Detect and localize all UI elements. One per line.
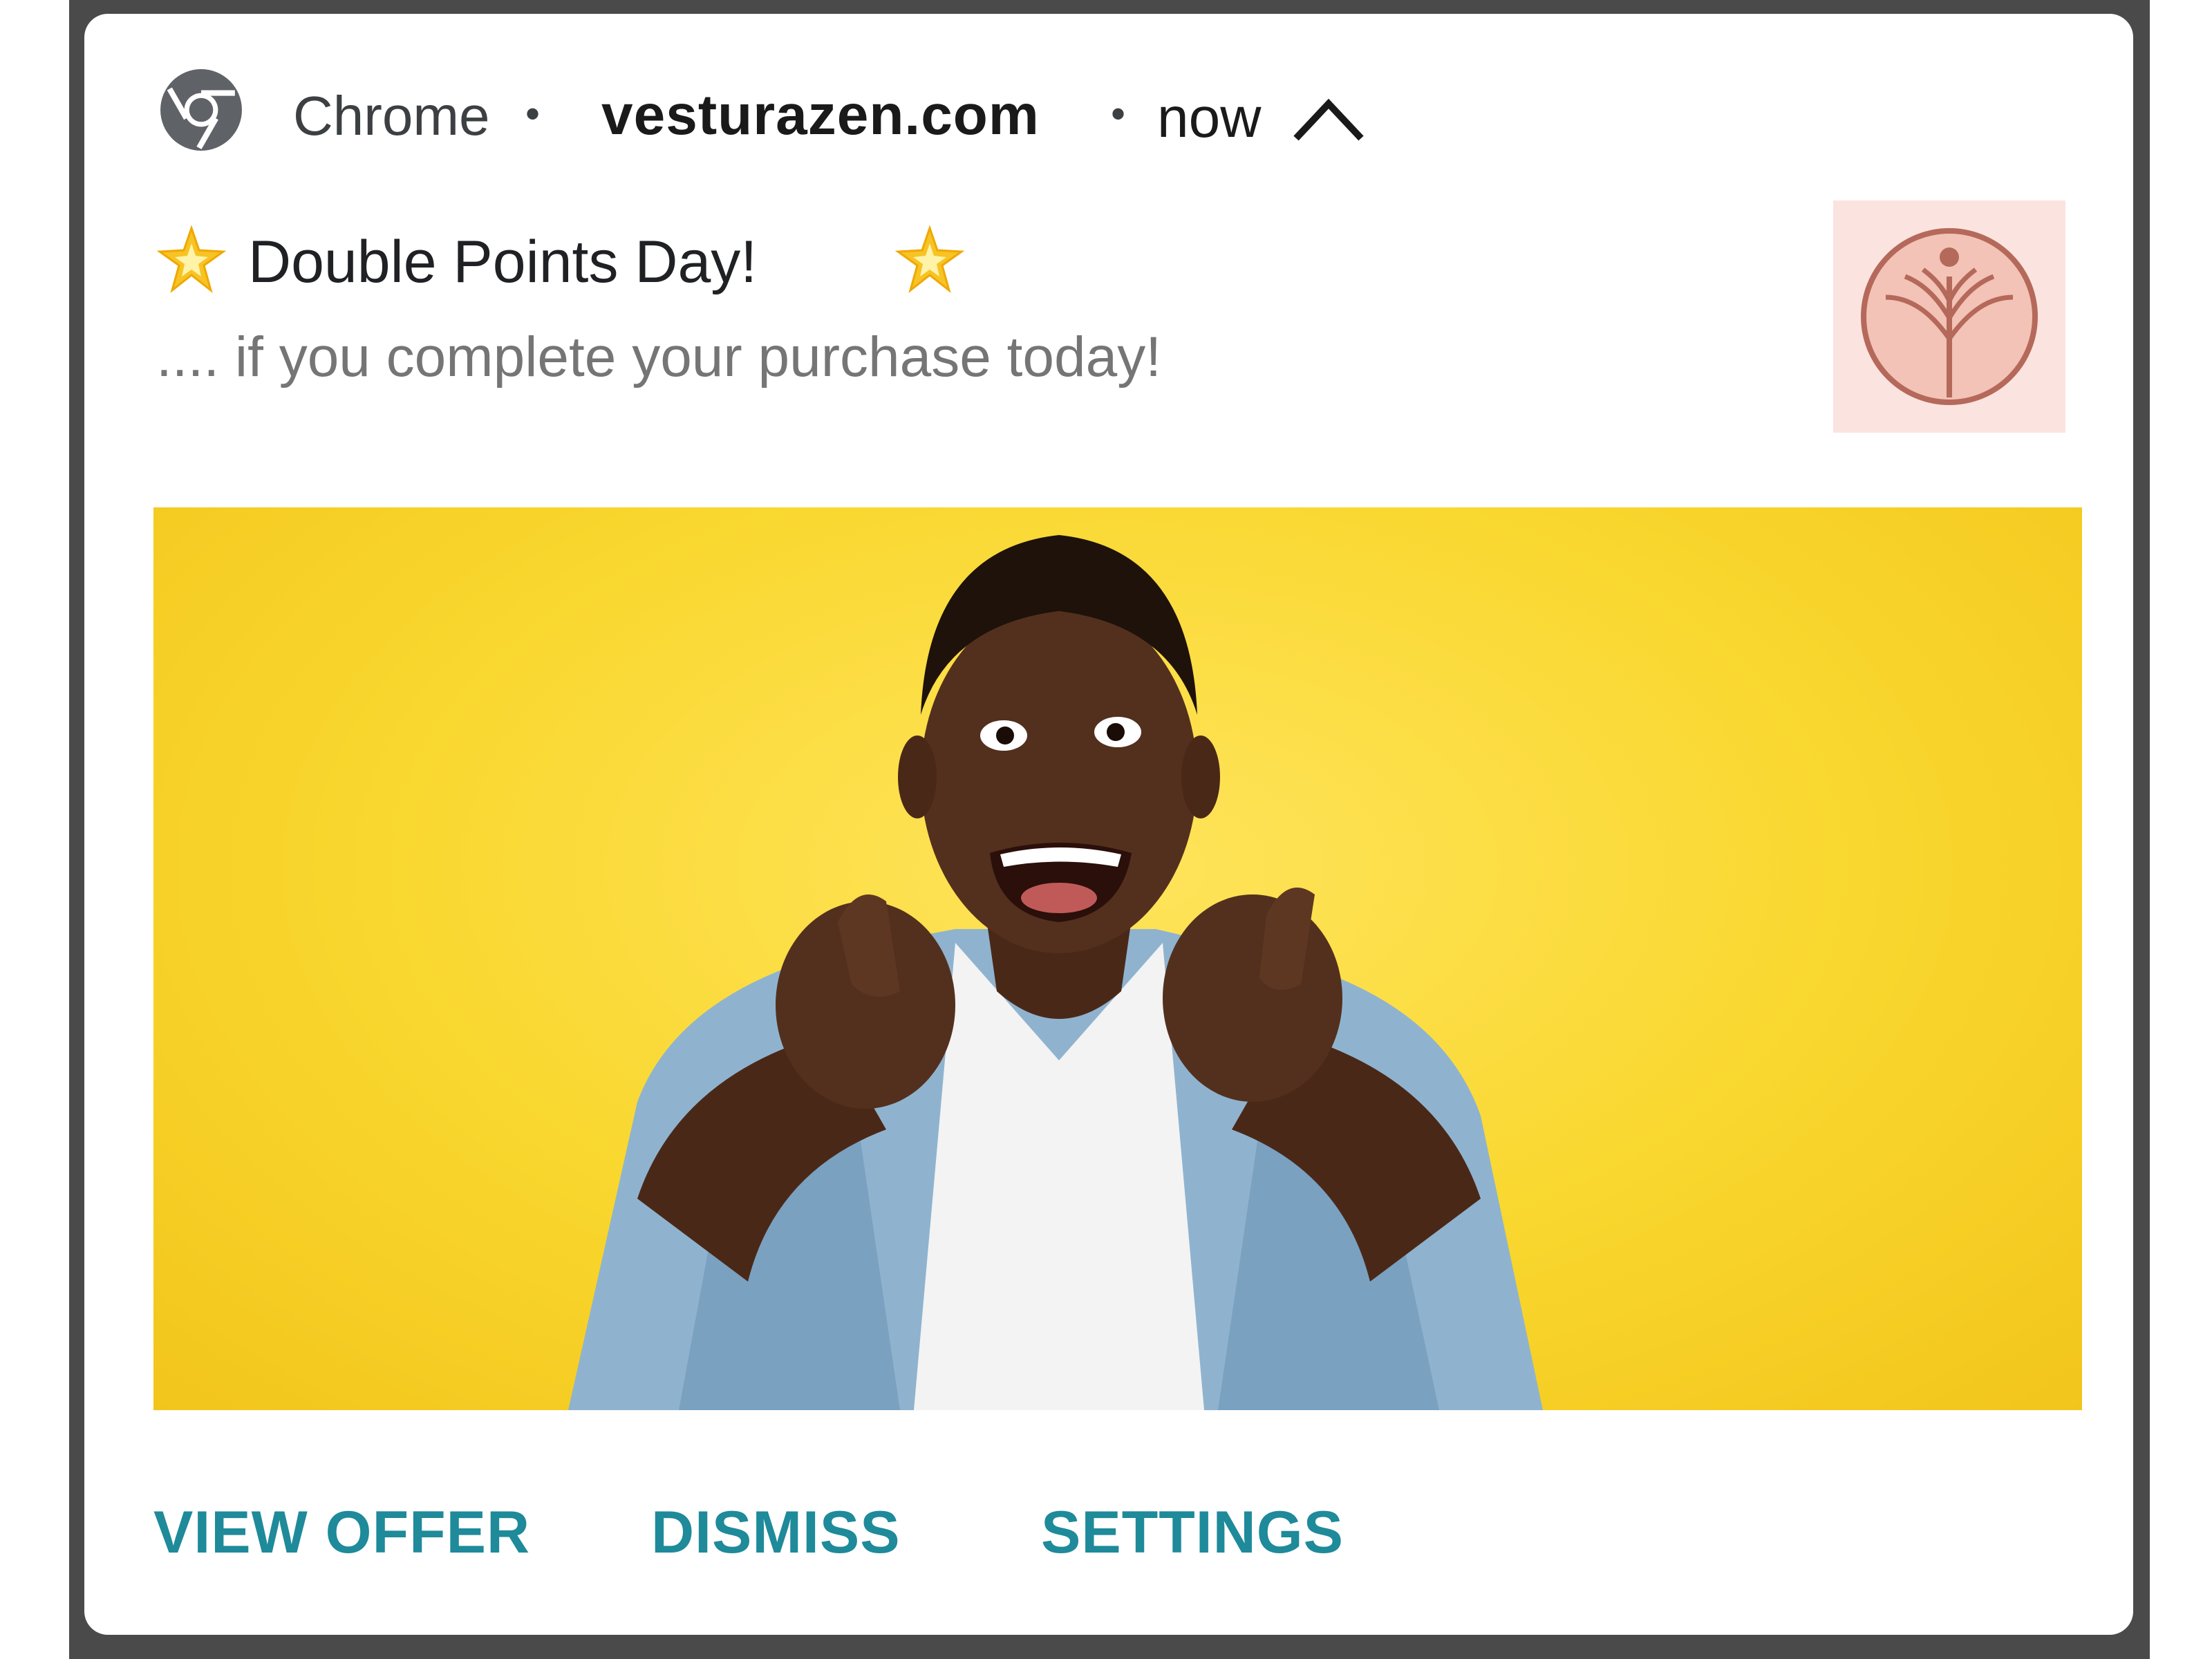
- sparkle-star-icon: [895, 225, 964, 294]
- app-name: Chrome: [293, 85, 490, 147]
- notification-actions: VIEW OFFER DISMISS SETTINGS: [84, 1486, 2133, 1590]
- sparkle-star-icon: [157, 225, 226, 294]
- notification-body: .... if you complete your purchase today…: [156, 326, 1161, 388]
- timestamp: now: [1157, 86, 1262, 149]
- chrome-icon: [160, 69, 242, 151]
- hero-illustration: [568, 535, 1543, 1410]
- view-offer-button[interactable]: VIEW OFFER: [153, 1503, 530, 1562]
- brand-logo: [1833, 200, 2065, 433]
- header-separator: •: [525, 91, 541, 137]
- hero-image[interactable]: [153, 507, 2082, 1410]
- header-separator: •: [1111, 91, 1126, 137]
- notification-title: Double Points Day!: [248, 229, 758, 295]
- dismiss-button[interactable]: DISMISS: [651, 1503, 901, 1562]
- site-domain: vesturazen.com: [601, 84, 1040, 147]
- notification-card[interactable]: Chrome • vesturazen.com • now Double Poi…: [84, 14, 2133, 1635]
- settings-button[interactable]: SETTINGS: [1041, 1503, 1344, 1562]
- tree-logo-icon: [1861, 228, 2038, 405]
- chevron-up-icon[interactable]: [1291, 95, 1367, 144]
- screen-edge-right: [2150, 0, 2212, 1659]
- notification-header: Chrome • vesturazen.com • now: [84, 14, 2133, 235]
- screen-edge-left: [0, 0, 69, 1659]
